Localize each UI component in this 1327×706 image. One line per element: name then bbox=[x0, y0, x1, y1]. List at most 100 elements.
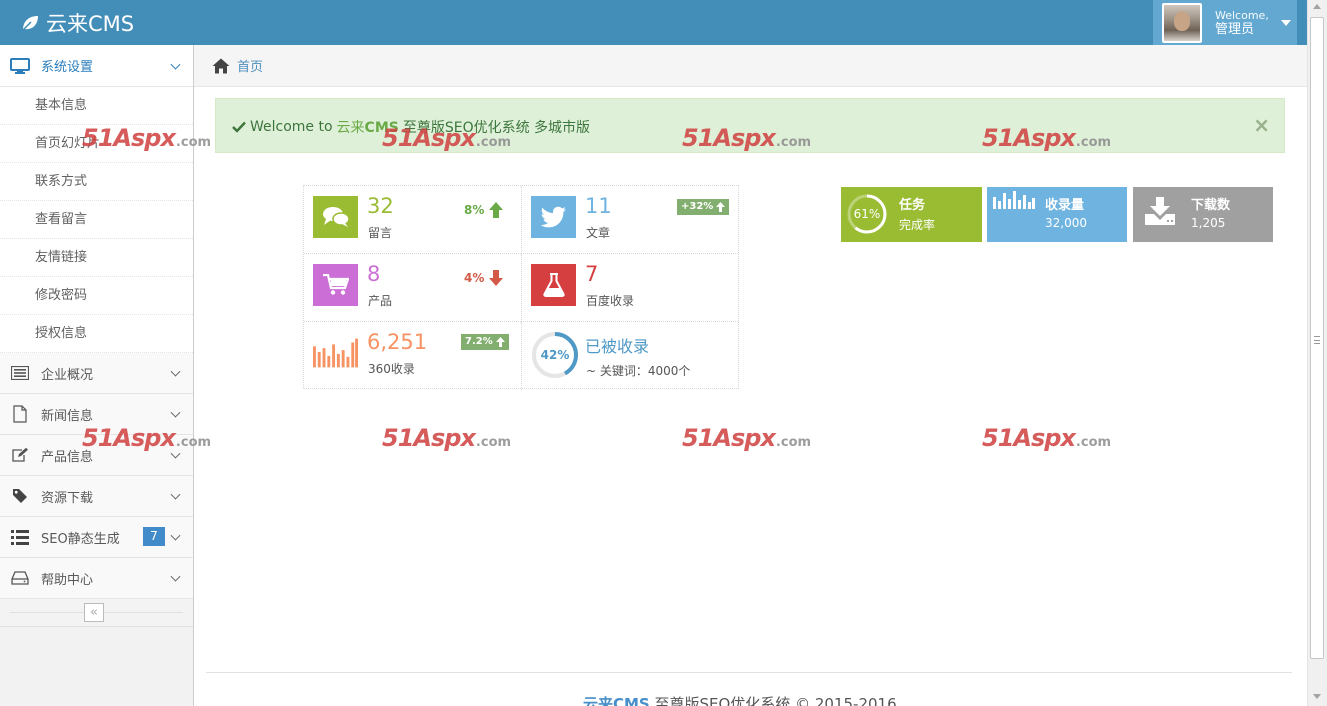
submenu-change-password[interactable]: 修改密码 bbox=[0, 277, 193, 315]
tile-downloads: 下载数 1,205 bbox=[1133, 187, 1273, 242]
breadcrumb-home-link[interactable]: 首页 bbox=[237, 56, 263, 75]
alert-suffix: 至尊版SEO优化系统 多城市版 bbox=[402, 120, 591, 136]
submenu-messages[interactable]: 查看留言 bbox=[0, 201, 193, 239]
infobox-value: 6,251 bbox=[367, 330, 428, 354]
scroll-up-arrow-icon[interactable] bbox=[1313, 4, 1321, 9]
infobox-baidu: 7 百度收录 bbox=[521, 254, 738, 322]
scroll-thumb[interactable] bbox=[1310, 17, 1324, 659]
list-icon bbox=[10, 528, 30, 546]
hdd-icon bbox=[10, 569, 30, 587]
watermark: 51Aspx .com bbox=[682, 424, 812, 452]
progress-ring: 42% bbox=[530, 330, 580, 380]
sidebar-item-news[interactable]: 新闻信息 bbox=[0, 394, 193, 435]
infobox-label: 360收录 bbox=[368, 362, 415, 376]
vertical-scrollbar[interactable] bbox=[1307, 0, 1327, 706]
footer-text: 至尊版SEO优化系统 © 2015-2016 ...... bbox=[649, 695, 930, 706]
sidebar-item-label: 系统设置 bbox=[41, 60, 94, 75]
file-icon bbox=[10, 405, 30, 423]
infobox-stat: 8% bbox=[464, 202, 504, 218]
infobox-value: 32 bbox=[367, 194, 394, 218]
infobox-container: 32 留言 8% 11 文章 +32% 8 产品 4% 7 百度收录 6,251… bbox=[303, 185, 739, 390]
chevron-down-icon bbox=[170, 407, 181, 418]
sidebar-item-products[interactable]: 产品信息 bbox=[0, 435, 193, 476]
watermark: 51Aspx .com bbox=[382, 424, 512, 452]
sidebar-item-label: SEO静态生成 bbox=[41, 531, 120, 547]
sparkline-bars-icon bbox=[313, 332, 358, 374]
sidebar-item-downloads[interactable]: 资源下载 bbox=[0, 476, 193, 517]
submenu-contact[interactable]: 联系方式 bbox=[0, 163, 193, 201]
watermark: 51Aspx .com bbox=[982, 424, 1112, 452]
check-icon bbox=[232, 121, 246, 133]
sidebar-item-label: 帮助中心 bbox=[41, 572, 94, 588]
ring-percent: 61% bbox=[853, 207, 881, 221]
list-alt-icon bbox=[10, 364, 30, 382]
download-icon bbox=[1145, 197, 1175, 225]
submenu-basic-info[interactable]: 基本信息 bbox=[0, 87, 193, 125]
infobox-products: 8 产品 4% bbox=[304, 254, 521, 322]
sidebar-item-seo-static[interactable]: SEO静态生成 7 bbox=[0, 517, 193, 558]
progress-ring: 61% bbox=[846, 193, 888, 235]
infobox-label: 产品 bbox=[368, 294, 393, 308]
count-badge: 7 bbox=[143, 527, 165, 546]
footer-brand: 云来CMS bbox=[583, 695, 650, 706]
desktop-icon bbox=[10, 57, 30, 75]
alert-brand-en: CMS bbox=[364, 120, 399, 136]
sidebar-item-label: 产品信息 bbox=[41, 449, 94, 465]
brand-logo[interactable]: 云来CMS bbox=[20, 8, 134, 38]
sidebar-item-help[interactable]: 帮助中心 bbox=[0, 558, 193, 599]
arrow-up-icon bbox=[489, 202, 504, 218]
tile-title: 下载数 bbox=[1191, 198, 1231, 213]
stat-badge: 7.2% bbox=[461, 334, 509, 350]
chevron-down-icon bbox=[170, 530, 181, 541]
infobox-label: 留言 bbox=[368, 226, 393, 240]
footer: 云来CMS 至尊版SEO优化系统 © 2015-2016 ...... bbox=[583, 693, 930, 706]
collapse-sidebar-button[interactable]: « bbox=[84, 603, 104, 622]
alert-prefix: Welcome to bbox=[250, 119, 333, 135]
infobox-360: 6,251 360收录 7.2% bbox=[304, 322, 521, 390]
user-menu[interactable]: Welcome, 管理员 bbox=[1153, 0, 1297, 45]
arrow-up-icon bbox=[495, 337, 505, 347]
tile-indexed-count: 收录量 32,000 bbox=[987, 187, 1127, 242]
tile-title: 任务 bbox=[899, 198, 926, 213]
stat-badge: +32% bbox=[677, 199, 730, 215]
infobox-value: 7 bbox=[585, 262, 599, 286]
chevron-down-icon bbox=[170, 59, 181, 70]
submenu-license-info[interactable]: 授权信息 bbox=[0, 315, 193, 353]
submenu-home-slides[interactable]: 首页幻灯片 bbox=[0, 125, 193, 163]
user-name: 管理员 bbox=[1215, 21, 1255, 37]
caret-down-icon[interactable] bbox=[1280, 19, 1291, 26]
twitter-icon bbox=[531, 196, 576, 238]
top-navbar: 云来CMS Welcome, 管理员 bbox=[0, 0, 1307, 45]
tile-subtitle: 完成率 bbox=[899, 218, 936, 232]
shopping-cart-icon bbox=[313, 264, 358, 306]
brand-name: 云来CMS bbox=[46, 12, 135, 36]
chevron-down-icon bbox=[170, 571, 181, 582]
close-icon[interactable]: × bbox=[1253, 113, 1270, 137]
footer-divider bbox=[206, 672, 1292, 673]
tile-subtitle: 1,205 bbox=[1191, 216, 1226, 230]
badge-value: 7.2% bbox=[465, 336, 493, 347]
submenu-friend-links[interactable]: 友情链接 bbox=[0, 239, 193, 277]
infobox-value: 已被收录 bbox=[585, 337, 650, 356]
user-welcome-text: Welcome, bbox=[1215, 8, 1269, 22]
scroll-down-arrow-icon[interactable] bbox=[1313, 694, 1321, 699]
arrow-up-icon bbox=[716, 202, 726, 212]
chevron-down-icon bbox=[170, 489, 181, 500]
grip-icon bbox=[1314, 336, 1320, 344]
tag-icon bbox=[10, 487, 30, 505]
alert-brand: 云来CMS bbox=[337, 117, 399, 137]
infobox-articles: 11 文章 +32% bbox=[521, 186, 738, 254]
sidebar-item-company[interactable]: 企业概况 bbox=[0, 353, 193, 394]
badge-value: +32% bbox=[681, 201, 714, 212]
infobox-label: ~ 关键词：4000个 bbox=[586, 364, 691, 378]
infobox-label: 百度收录 bbox=[586, 294, 635, 308]
chevron-down-icon bbox=[170, 366, 181, 377]
sidebar: 系统设置 基本信息 首页幻灯片 联系方式 查看留言 友情链接 修改密码 授权信息… bbox=[0, 45, 194, 706]
stat-value: 8% bbox=[464, 203, 485, 217]
sidebar-item-label: 新闻信息 bbox=[41, 408, 94, 424]
chevron-down-icon bbox=[170, 448, 181, 459]
infobox-stat: 4% bbox=[464, 270, 504, 286]
infobox-label: 文章 bbox=[586, 226, 611, 240]
alert-brand-cn: 云来 bbox=[336, 120, 365, 136]
sidebar-item-system-settings[interactable]: 系统设置 bbox=[0, 45, 193, 87]
